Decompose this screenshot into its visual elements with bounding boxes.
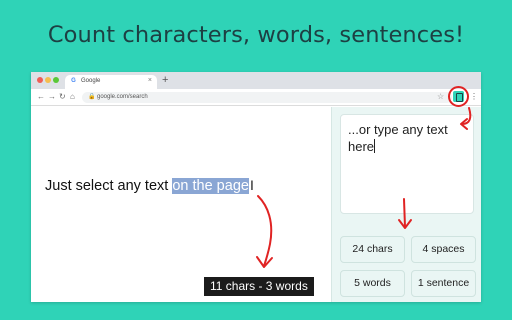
maximize-window-button[interactable] (53, 77, 59, 83)
browser-toolbar: ← → ↻ ⌂ 🔒 google.com/search ☆ ⋮ (31, 89, 481, 106)
close-window-button[interactable] (37, 77, 43, 83)
forward-button[interactable]: → (48, 92, 56, 102)
tab-close-icon[interactable]: × (148, 77, 152, 84)
highlight-circle (448, 86, 469, 107)
counter-side-panel: ...or type any text here 24 chars 4 spac… (331, 107, 481, 302)
text-cursor-icon: I (249, 177, 254, 193)
new-tab-button[interactable]: + (162, 74, 168, 87)
bookmark-star-icon[interactable]: ☆ (437, 92, 444, 102)
tab-title: Google (81, 78, 101, 84)
home-button[interactable]: ⌂ (70, 92, 75, 102)
chars-count-stat: 24 chars (340, 236, 405, 263)
tab-bar: G Google × + (31, 72, 481, 89)
selected-text[interactable]: on the page (172, 178, 249, 194)
textarea-value: ...or type any text here (348, 122, 448, 154)
google-favicon-icon: G (71, 78, 76, 84)
browser-window: G Google × + ← → ↻ ⌂ 🔒 google.com/search… (31, 72, 481, 302)
url-text: google.com/search (97, 94, 148, 100)
kebab-menu-icon[interactable]: ⋮ (470, 92, 478, 102)
address-bar[interactable]: 🔒 google.com/search (82, 92, 452, 103)
reload-button[interactable]: ↻ (59, 92, 66, 102)
selection-counter-tooltip: 11 chars - 3 words (204, 277, 314, 296)
page-text[interactable]: Just select any text on the pageI (45, 177, 254, 194)
sentences-count-stat: 1 sentence (411, 270, 476, 297)
headline: Count characters, words, sentences! (47, 22, 465, 48)
text-input-area[interactable]: ...or type any text here (340, 114, 474, 214)
minimize-window-button[interactable] (45, 77, 51, 83)
web-page: Just select any text on the pageI 11 cha… (31, 107, 331, 302)
lock-icon: 🔒 (88, 94, 96, 100)
back-button[interactable]: ← (37, 92, 45, 102)
spaces-count-stat: 4 spaces (411, 236, 476, 263)
words-count-stat: 5 words (340, 270, 405, 297)
browser-content: Just select any text on the pageI 11 cha… (31, 107, 481, 302)
tab-google[interactable]: G Google × (65, 75, 157, 89)
text-caret (374, 139, 376, 153)
page-text-plain: Just select any text (45, 178, 173, 194)
